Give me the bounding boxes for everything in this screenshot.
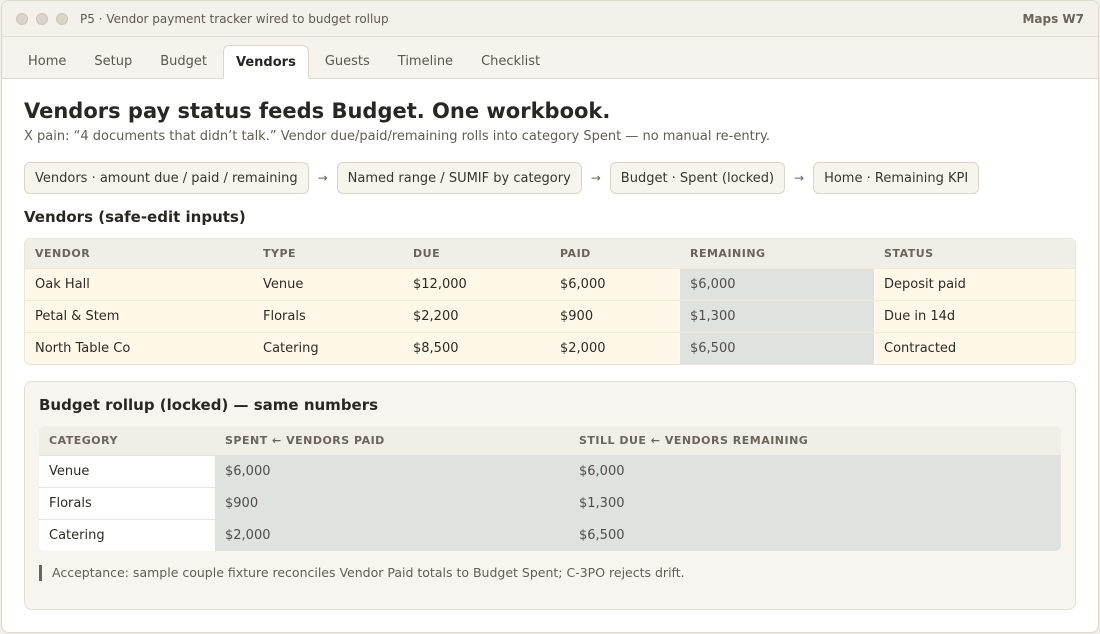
column-header-status: STATUS bbox=[874, 239, 1075, 268]
table-row: Florals $900 $1,300 bbox=[39, 486, 1061, 519]
maximize-window-button[interactable] bbox=[56, 12, 68, 25]
column-header-remaining: REMAINING bbox=[680, 239, 874, 268]
vendor-paid-cell[interactable]: $6,000 bbox=[550, 267, 680, 300]
table-row: Petal & Stem Florals $2,200 $900 $1,300 … bbox=[25, 299, 1075, 332]
vendor-name-cell[interactable]: Oak Hall bbox=[25, 267, 253, 300]
column-header-vendor: VENDOR bbox=[25, 239, 253, 268]
vendors-heading: Vendors (safe-edit inputs) bbox=[24, 208, 246, 226]
column-header-category: CATEGORY bbox=[39, 426, 215, 455]
acceptance-note: Acceptance: sample couple fixture reconc… bbox=[39, 565, 1061, 581]
still-due-cell: $6,500 bbox=[569, 518, 1061, 551]
app-window: P5 · Vendor payment tracker wired to bud… bbox=[1, 0, 1099, 633]
still-due-cell: $6,000 bbox=[569, 454, 1061, 487]
spent-cell: $6,000 bbox=[215, 454, 569, 487]
tab-guests[interactable]: Guests bbox=[313, 44, 382, 78]
vendor-name-cell[interactable]: Petal & Stem bbox=[25, 299, 253, 332]
tab-checklist[interactable]: Checklist bbox=[469, 44, 552, 78]
tab-home[interactable]: Home bbox=[16, 44, 78, 78]
flow-step-home-kpi: Home · Remaining KPI bbox=[813, 162, 980, 194]
table-row: Catering $2,000 $6,500 bbox=[39, 518, 1061, 551]
page-subtitle: X pain: “4 documents that didn’t talk.” … bbox=[24, 129, 771, 144]
main-content: Vendors pay status feeds Budget. One wor… bbox=[2, 79, 1098, 610]
data-flow: Vendors · amount due / paid / remaining … bbox=[24, 162, 1076, 194]
vendor-status-cell[interactable]: Deposit paid bbox=[874, 267, 1075, 300]
vendor-status-cell[interactable]: Due in 14d bbox=[874, 299, 1075, 332]
tab-bar: Home Setup Budget Vendors Guests Timelin… bbox=[2, 37, 1098, 79]
vendor-type-cell[interactable]: Florals bbox=[253, 299, 403, 332]
tab-vendors[interactable]: Vendors bbox=[223, 45, 309, 79]
category-cell: Catering bbox=[39, 518, 215, 551]
vendor-due-cell[interactable]: $8,500 bbox=[403, 331, 550, 364]
table-row: Oak Hall Venue $12,000 $6,000 $6,000 Dep… bbox=[25, 267, 1075, 300]
rollup-table: CATEGORY SPENT ← VENDORS PAID STILL DUE … bbox=[39, 426, 1061, 551]
column-header-spent: SPENT ← VENDORS PAID bbox=[215, 426, 569, 455]
vendor-name-cell[interactable]: North Table Co bbox=[25, 331, 253, 364]
vendor-type-cell[interactable]: Venue bbox=[253, 267, 403, 300]
flow-arrow-icon: → bbox=[317, 171, 328, 185]
vendor-remaining-cell: $1,300 bbox=[680, 299, 874, 332]
window-controls bbox=[16, 12, 68, 25]
vendor-due-cell[interactable]: $2,200 bbox=[403, 299, 550, 332]
vendor-paid-cell[interactable]: $900 bbox=[550, 299, 680, 332]
flow-step-vendors: Vendors · amount due / paid / remaining bbox=[24, 162, 309, 194]
vendor-status-cell[interactable]: Contracted bbox=[874, 331, 1075, 364]
vendors-header-row: VENDOR TYPE DUE PAID REMAINING STATUS bbox=[25, 239, 1075, 268]
flow-step-budget: Budget · Spent (locked) bbox=[609, 162, 786, 194]
brand-label: Maps W7 bbox=[1022, 11, 1084, 26]
title-bar: P5 · Vendor payment tracker wired to bud… bbox=[2, 1, 1098, 37]
table-row: North Table Co Catering $8,500 $2,000 $6… bbox=[25, 331, 1075, 364]
minimize-window-button[interactable] bbox=[36, 12, 48, 25]
budget-rollup-panel: Budget rollup (locked) — same numbers CA… bbox=[24, 381, 1076, 610]
vendors-table: VENDOR TYPE DUE PAID REMAINING STATUS Oa… bbox=[24, 238, 1076, 365]
spent-cell: $2,000 bbox=[215, 518, 569, 551]
vendor-due-cell[interactable]: $12,000 bbox=[403, 267, 550, 300]
table-row: Venue $6,000 $6,000 bbox=[39, 454, 1061, 487]
category-cell: Florals bbox=[39, 486, 215, 519]
column-header-type: TYPE bbox=[253, 239, 403, 268]
flow-step-named-range: Named range / SUMIF by category bbox=[336, 162, 582, 194]
page-title: Vendors pay status feeds Budget. One wor… bbox=[24, 99, 611, 123]
window-title: P5 · Vendor payment tracker wired to bud… bbox=[80, 11, 389, 26]
spent-cell: $900 bbox=[215, 486, 569, 519]
tab-budget[interactable]: Budget bbox=[148, 44, 219, 78]
category-cell: Venue bbox=[39, 454, 215, 487]
rollup-heading: Budget rollup (locked) — same numbers bbox=[39, 396, 379, 414]
tab-setup[interactable]: Setup bbox=[82, 44, 144, 78]
vendor-paid-cell[interactable]: $2,000 bbox=[550, 331, 680, 364]
vendor-remaining-cell: $6,500 bbox=[680, 331, 874, 364]
flow-arrow-icon: → bbox=[590, 171, 601, 185]
still-due-cell: $1,300 bbox=[569, 486, 1061, 519]
column-header-due: DUE bbox=[403, 239, 550, 268]
vendor-remaining-cell: $6,000 bbox=[680, 267, 874, 300]
rollup-header-row: CATEGORY SPENT ← VENDORS PAID STILL DUE … bbox=[39, 426, 1061, 455]
close-window-button[interactable] bbox=[16, 12, 28, 25]
column-header-paid: PAID bbox=[550, 239, 680, 268]
vendor-type-cell[interactable]: Catering bbox=[253, 331, 403, 364]
tab-timeline[interactable]: Timeline bbox=[386, 44, 465, 78]
flow-arrow-icon: → bbox=[794, 171, 805, 185]
column-header-still-due: STILL DUE ← VENDORS REMAINING bbox=[569, 426, 1061, 455]
